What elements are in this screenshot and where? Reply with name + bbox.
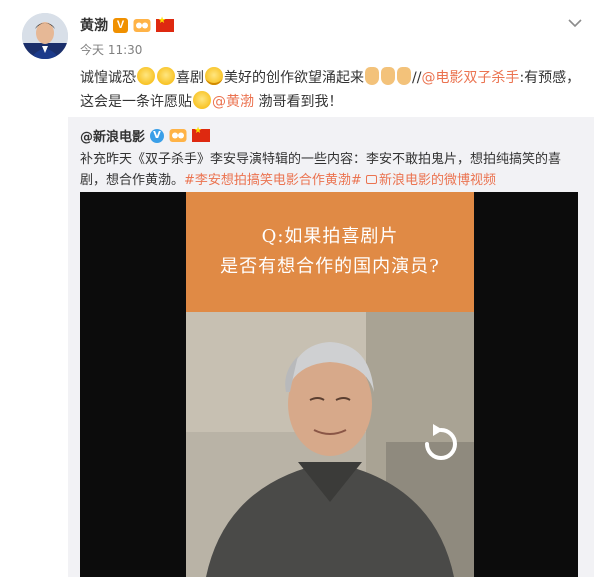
china-flag-icon — [156, 16, 174, 32]
video-caption: Q:如果拍喜剧片 是否有想合作的国内演员? — [186, 192, 474, 312]
victory-hand-emoji-icon — [365, 67, 379, 85]
text-segment: :有预感， — [519, 70, 581, 86]
text-segment: 渤哥看到我！ — [254, 94, 343, 110]
replay-icon[interactable] — [419, 422, 463, 466]
smile-emoji-icon — [205, 67, 223, 85]
text-segment: 诚惶诚恐 — [80, 70, 136, 86]
caption-line-1: Q:如果拍喜剧片 — [261, 226, 399, 247]
repost-text: 补充昨天《双子杀手》李安导演特辑的一些内容：李安不敢拍鬼片，想拍纯搞笑的喜剧，想… — [80, 149, 585, 191]
author-name[interactable]: 黄渤 — [80, 15, 108, 35]
post-meta: 今天 11:30 — [80, 41, 142, 58]
author-avatar[interactable] — [22, 13, 68, 59]
post-time[interactable]: 今天 11:30 — [80, 41, 142, 58]
hashtag-link[interactable]: #李安想拍搞笑电影合作黄渤# — [184, 173, 362, 188]
video-icon — [365, 175, 377, 184]
video-frame: Q:如果拍喜剧片 是否有想合作的国内演员? — [186, 192, 474, 577]
video-player[interactable]: Q:如果拍喜剧片 是否有想合作的国内演员? — [80, 192, 578, 577]
text-segment: 喜剧 — [176, 70, 204, 86]
china-flag-icon — [192, 126, 211, 142]
pray-hands-emoji-icon — [397, 67, 411, 85]
chevron-down-icon[interactable] — [566, 14, 584, 32]
text-segment: 美好的创作欲望涌起来 — [224, 70, 364, 86]
mention-movie-link[interactable]: @电影双子杀手 — [421, 70, 519, 86]
repost-author-name[interactable]: @新浪电影 — [80, 126, 145, 145]
fan-badge-icon[interactable] — [133, 18, 151, 33]
repost-card: @新浪电影 V 补充昨天《双子杀手》李安导演特辑的一些内容：李安不敢拍鬼片，想拍… — [68, 117, 594, 577]
text-segment: 这会是一条许愿贴 — [80, 94, 192, 110]
verified-badge[interactable]: V — [113, 17, 128, 33]
post-text: 诚惶诚恐 喜剧 美好的创作欲望涌起来//@电影双子杀手:有预感， 这会是一条许愿贴 @… — [80, 66, 584, 114]
pray-hands-emoji-icon — [381, 67, 395, 85]
sweat-emoji-icon — [157, 67, 175, 85]
repost-author-row: @新浪电影 V — [80, 126, 211, 145]
mention-author-link[interactable]: @黄渤 — [212, 94, 254, 110]
fan-badge-icon[interactable] — [169, 128, 187, 143]
weibo-post: 黄渤 V 今天 11:30 诚惶诚恐喜剧美好的创作欲望涌起来//@电影双子杀手:… — [0, 0, 594, 577]
blue-verified-badge-icon[interactable]: V — [150, 128, 165, 143]
caption-line-2: 是否有想合作的国内演员? — [220, 256, 440, 277]
scared-emoji-icon — [193, 91, 211, 109]
video-source-link[interactable]: 新浪电影的微博视频 — [379, 173, 496, 188]
author-row: 黄渤 V — [80, 14, 174, 36]
scared-emoji-icon — [137, 67, 155, 85]
